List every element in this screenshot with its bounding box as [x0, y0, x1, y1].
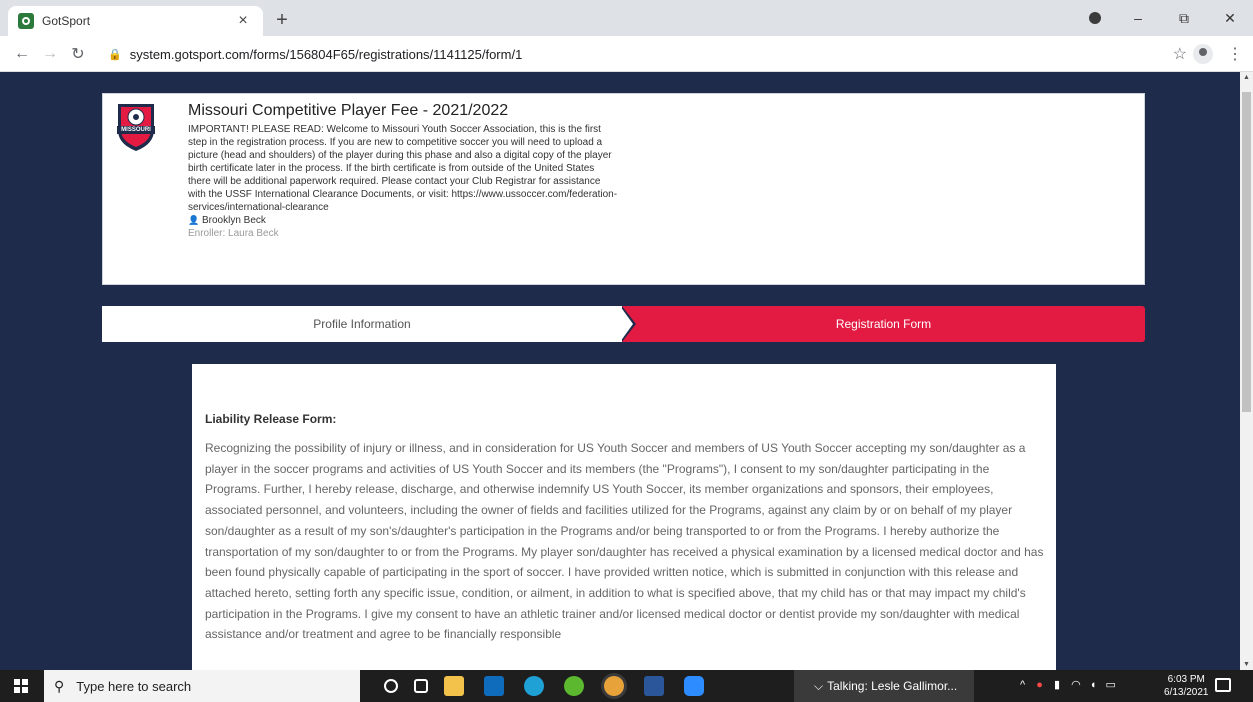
- liability-release-text: Recognizing the possibility of injury or…: [205, 441, 1044, 642]
- windows-start-icon[interactable]: [14, 679, 28, 693]
- search-placeholder: Type here to search: [76, 678, 192, 694]
- person-icon: 👤: [188, 215, 200, 225]
- edge-icon[interactable]: [524, 676, 544, 696]
- minimize-button[interactable]: –: [1115, 10, 1161, 26]
- new-tab-button[interactable]: +: [270, 9, 294, 32]
- step-registration-form[interactable]: Registration Form: [622, 306, 1145, 342]
- restore-button[interactable]: ⧉: [1161, 10, 1207, 27]
- address-bar[interactable]: 🔒 system.gotsport.com/forms/156804F65/re…: [108, 40, 522, 68]
- taskbar-clock[interactable]: 6:03 PM 6/13/2021: [1164, 673, 1209, 699]
- browser-toolbar: ← → ↻ 🔒 system.gotsport.com/forms/156804…: [0, 36, 1253, 72]
- cortana-icon[interactable]: [384, 679, 398, 693]
- url-text: system.gotsport.com/forms/156804F65/regi…: [129, 46, 523, 62]
- scrollbar-thumb[interactable]: [1242, 92, 1251, 412]
- taskbar-search-box[interactable]: ⚲ Type here to search: [44, 670, 360, 702]
- word-icon[interactable]: [644, 676, 664, 696]
- microphone-icon[interactable]: ▮: [1054, 679, 1060, 691]
- tab-close-button[interactable]: ×: [233, 12, 253, 30]
- scroll-down-icon[interactable]: ▼: [1240, 661, 1253, 668]
- profile-avatar-icon[interactable]: [1193, 44, 1213, 64]
- green-app-icon[interactable]: [564, 676, 584, 696]
- chevron-down-icon: ⌵: [814, 678, 824, 693]
- forward-arrow-icon[interactable]: →: [36, 45, 64, 63]
- page-title: Missouri Competitive Player Fee - 2021/2…: [188, 102, 509, 119]
- clock-time: 6:03 PM: [1167, 674, 1205, 685]
- system-tray[interactable]: ^ ● ▮ ◠ ◖ ▭: [1020, 678, 1116, 691]
- browser-tab-strip: GotSport × + – ⧉ ✕: [0, 0, 1253, 36]
- bookmark-star-icon[interactable]: ☆: [1173, 44, 1187, 64]
- header-text-block: Missouri Competitive Player Fee - 2021/2…: [188, 102, 618, 240]
- logo-text: MISSOURI: [121, 127, 151, 133]
- header-description: IMPORTANT! PLEASE READ: Welcome to Misso…: [188, 124, 618, 213]
- player-name: Brooklyn Beck: [202, 215, 266, 226]
- notification-center-icon[interactable]: [1215, 678, 1231, 692]
- search-icon: ⚲: [54, 677, 65, 694]
- chrome-icon[interactable]: [604, 676, 624, 696]
- missouri-soccer-logo: [117, 104, 155, 151]
- clock-date: 6/13/2021: [1164, 687, 1209, 698]
- player-row: 👤 Brooklyn Beck: [188, 214, 618, 227]
- tab-title: GotSport: [42, 14, 91, 28]
- battery-icon[interactable]: ▭: [1105, 679, 1115, 691]
- gotsport-favicon-icon: [18, 13, 34, 29]
- registration-header-card: MISSOURI Missouri Competitive Player Fee…: [102, 93, 1145, 285]
- chrome-profile-icon[interactable]: [1089, 12, 1101, 24]
- close-window-button[interactable]: ✕: [1207, 10, 1253, 27]
- windows-taskbar: ⚲ Type here to search ⌵ Talking: Lesle G…: [0, 670, 1253, 702]
- back-arrow-icon[interactable]: ←: [8, 45, 36, 63]
- scroll-up-icon[interactable]: ▲: [1240, 74, 1253, 81]
- step-arrow-fill: [620, 306, 633, 342]
- file-explorer-icon[interactable]: [444, 676, 464, 696]
- reload-icon[interactable]: ↻: [64, 44, 92, 64]
- lock-icon: 🔒: [108, 48, 122, 61]
- browser-tab[interactable]: GotSport ×: [8, 6, 263, 36]
- network-icon[interactable]: ●: [1036, 679, 1043, 691]
- talking-text: Talking: Lesle Gallimor...: [827, 679, 958, 693]
- talking-notification[interactable]: ⌵ Talking: Lesle Gallimor...: [794, 670, 974, 702]
- step-profile-information[interactable]: Profile Information: [102, 306, 622, 342]
- registration-steps: Profile Information Registration Form: [102, 306, 1145, 342]
- outlook-icon[interactable]: [484, 676, 504, 696]
- zoom-icon[interactable]: [684, 676, 704, 696]
- page-viewport: MISSOURI Missouri Competitive Player Fee…: [0, 72, 1240, 670]
- volume-icon[interactable]: ◖: [1090, 679, 1097, 691]
- page-scrollbar[interactable]: ▲ ▼: [1240, 72, 1253, 670]
- wifi-icon[interactable]: ◠: [1071, 679, 1081, 691]
- tray-chevron-up-icon[interactable]: ^: [1020, 679, 1025, 691]
- form-heading: Liability Release Form:: [205, 412, 337, 426]
- enroller-text: Enroller: Laura Beck: [188, 228, 279, 239]
- window-controls: – ⧉ ✕: [1115, 0, 1253, 36]
- menu-kebab-icon[interactable]: ⋮: [1227, 44, 1243, 64]
- liability-form-card: Liability Release Form: Recognizing the …: [192, 364, 1056, 670]
- task-view-icon[interactable]: [414, 679, 428, 693]
